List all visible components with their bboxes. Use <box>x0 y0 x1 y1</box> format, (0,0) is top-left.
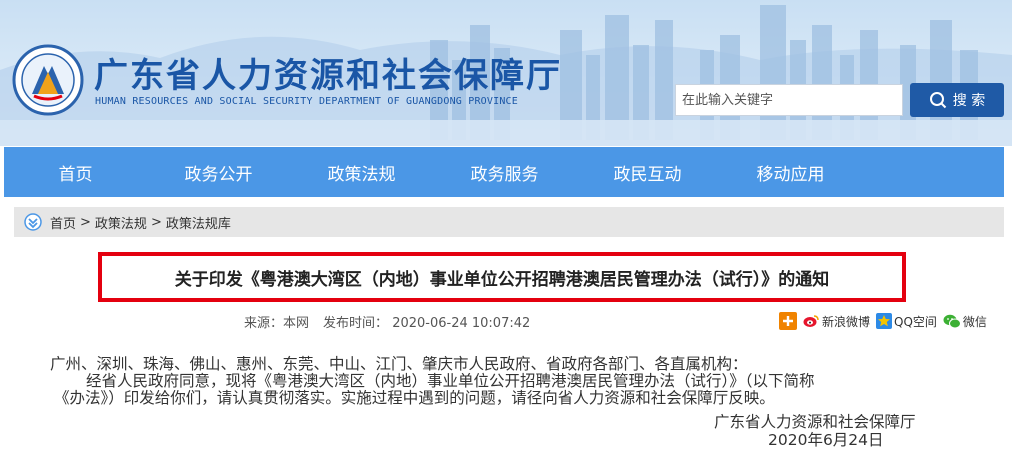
nav-item-services[interactable]: 政务服务 <box>433 147 576 197</box>
breadcrumb-separator: > <box>80 214 91 230</box>
source-value: 本网 <box>283 316 310 331</box>
article-body: 广州、深圳、珠海、佛山、惠州、东莞、中山、江门、肇庆市人民政府、省政府各部门、各… <box>50 356 970 407</box>
location-arrow-icon <box>24 213 42 231</box>
search-icon <box>929 92 946 109</box>
site-header: 广东省人力资源和社会保障厅 HUMAN RESOURCES AND SOCIAL… <box>0 0 1012 146</box>
breadcrumb-policies-link[interactable]: 政策法规 <box>95 213 147 232</box>
search-input[interactable] <box>675 84 903 116</box>
share-weibo-button[interactable]: 新浪微博 <box>803 313 870 330</box>
site-title: 广东省人力资源和社会保障厅 <box>94 56 562 96</box>
article-title: 关于印发《粤港澳大湾区（内地）事业单位公开招聘港澳居民管理办法（试行）》的通知 <box>174 269 830 290</box>
nav-item-interaction[interactable]: 政民互动 <box>576 147 719 197</box>
nav-item-mobile[interactable]: 移动应用 <box>719 147 862 197</box>
article-date: 2020年6月24日 <box>768 431 884 449</box>
share-weibo-label: 新浪微博 <box>822 314 871 329</box>
share-more-button[interactable] <box>779 312 797 330</box>
breadcrumb: 首页 > 政策法规 > 政策法规库 <box>14 207 1004 237</box>
main-nav: 首页 政务公开 政策法规 政务服务 政民互动 移动应用 <box>4 147 1004 197</box>
article-title-highlight: 关于印发《粤港澳大湾区（内地）事业单位公开招聘港澳居民管理办法（试行）》的通知 <box>98 252 906 302</box>
plus-share-icon <box>779 312 797 330</box>
share-qzone-label: QQ空间 <box>894 314 937 329</box>
nav-item-policies[interactable]: 政策法规 <box>290 147 433 197</box>
article-paragraph: 经省人民政府同意，现将《粤港澳大湾区（内地）事业单位公开招聘港澳居民管理办法（试… <box>86 372 815 390</box>
site-subtitle: HUMAN RESOURCES AND SOCIAL SECURITY DEPA… <box>95 96 518 107</box>
weibo-icon <box>803 315 819 327</box>
publish-time-value: 2020-06-24 10:07:42 <box>392 316 531 331</box>
wechat-icon <box>943 314 961 328</box>
publish-time-label: 发布时间： <box>323 316 389 331</box>
nav-item-home[interactable]: 首页 <box>4 147 147 197</box>
share-wechat-label: 微信 <box>962 314 987 329</box>
nav-item-government-affairs[interactable]: 政务公开 <box>147 147 290 197</box>
search-button-label: 搜 索 <box>952 93 986 109</box>
breadcrumb-home-link[interactable]: 首页 <box>50 213 76 232</box>
breadcrumb-separator: > <box>150 214 162 230</box>
department-emblem-icon <box>12 44 84 116</box>
source-label: 来源： <box>244 316 284 331</box>
article-recipients: 广州、深圳、珠海、佛山、惠州、东莞、中山、江门、肇庆市人民政府、省政府各部门、各… <box>50 355 748 373</box>
share-qzone-button[interactable]: QQ空间 <box>876 313 937 330</box>
search-button[interactable]: 搜 索 <box>910 83 1004 117</box>
article-paragraph: 《办法》）印发给你们，请认真贯彻落实。实施过程中遇到的问题，请径向省人力资源和社… <box>54 389 775 407</box>
share-bar: 新浪微博 QQ空间 微信 <box>779 312 993 330</box>
article-meta: 来源：本网 发布时间： 2020-06-24 10:07:42 <box>244 312 530 331</box>
breadcrumb-policy-library-link[interactable]: 政策法规库 <box>166 213 231 232</box>
share-wechat-button[interactable]: 微信 <box>943 313 987 330</box>
qzone-icon <box>876 313 893 329</box>
